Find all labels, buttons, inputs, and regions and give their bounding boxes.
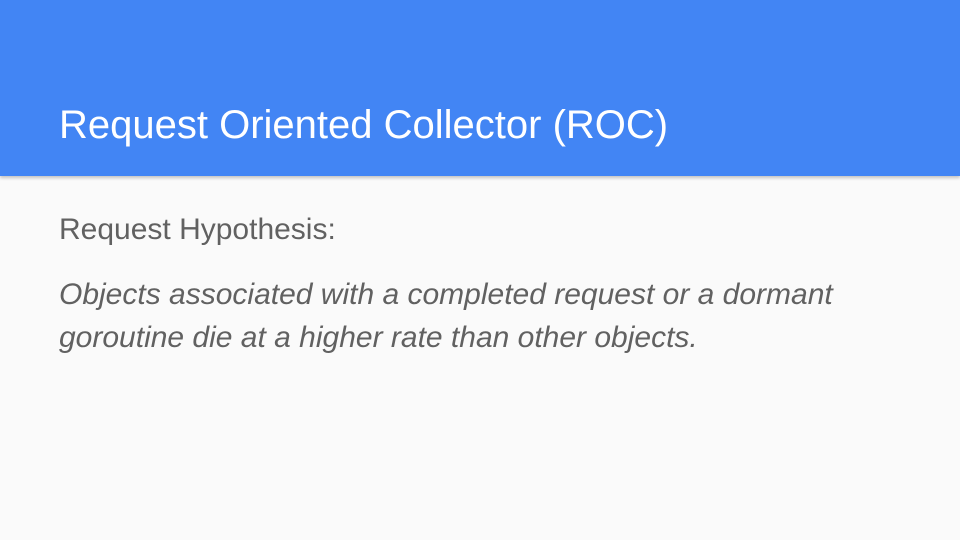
slide: Request Oriented Collector (ROC) Request… bbox=[0, 0, 960, 540]
title-banner: Request Oriented Collector (ROC) bbox=[0, 0, 960, 176]
subheading: Request Hypothesis: bbox=[59, 213, 336, 246]
slide-title: Request Oriented Collector (ROC) bbox=[59, 103, 669, 147]
slide-body: Request Hypothesis: Objects associated w… bbox=[59, 209, 919, 359]
hypothesis-text: Objects associated with a completed requ… bbox=[59, 278, 833, 354]
